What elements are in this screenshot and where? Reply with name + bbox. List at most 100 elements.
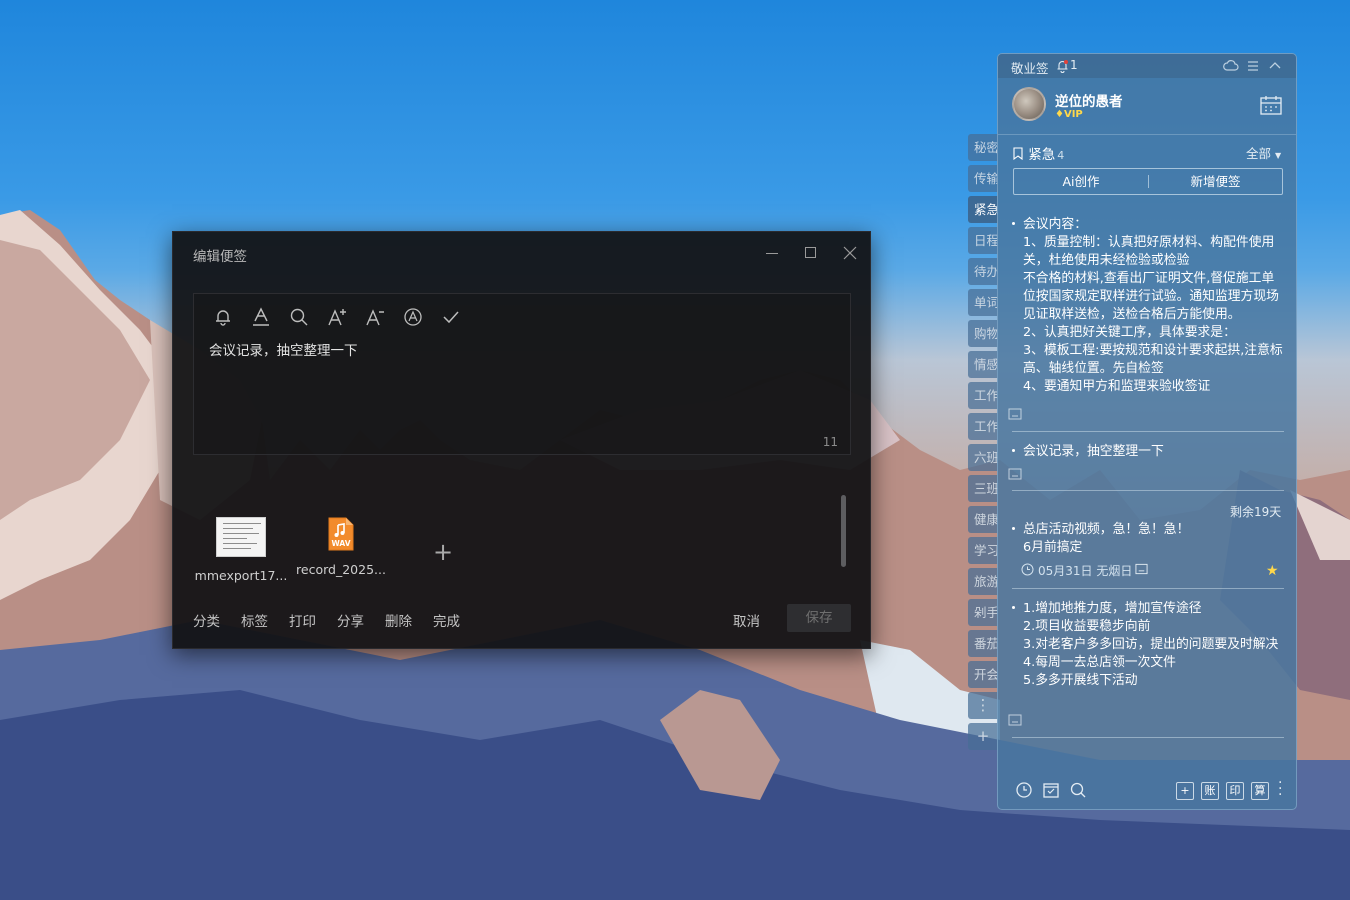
minimize-button[interactable] (760, 242, 784, 264)
category-tab[interactable]: 单词 (968, 289, 998, 316)
filter-dropdown[interactable]: 全部 ▼ (1246, 143, 1281, 162)
collapse-icon[interactable] (1266, 57, 1284, 75)
complete-action[interactable]: 完成 (433, 610, 460, 630)
bullet (1012, 222, 1015, 225)
bell-icon[interactable] (212, 306, 236, 330)
category-tab[interactable]: 秘密 (968, 134, 998, 161)
font-color-icon[interactable] (250, 306, 274, 330)
ai-create-button[interactable]: Ai创作 (1014, 169, 1148, 194)
avatar[interactable] (1012, 87, 1046, 121)
calendar-icon[interactable] (1259, 94, 1283, 116)
add-attachment-button[interactable]: + (433, 538, 453, 566)
attachment-icon (1008, 468, 1022, 480)
note-item[interactable]: 1.增加地推力度，增加宣传途径 2.项目收益要稳步向前 3.对老客户多多回访，提… (1012, 600, 1284, 690)
category-tab[interactable]: 工作 (968, 382, 998, 409)
category-tab[interactable]: 日程 (968, 227, 998, 254)
note-content: 会议记录，抽空整理一下 (1023, 444, 1164, 459)
more-options-icon[interactable]: · · · (1278, 776, 1282, 802)
search-icon[interactable] (1068, 780, 1088, 800)
close-button[interactable] (838, 242, 862, 264)
vip-label: VIP (1063, 109, 1083, 120)
category-tab[interactable]: 六班 (968, 444, 998, 471)
attachment-item[interactable]: WAV record_2025... (291, 517, 391, 577)
search-icon[interactable] (288, 306, 312, 330)
category-title: 紧急 (1028, 147, 1056, 163)
calculator-button[interactable]: 算 (1251, 782, 1269, 800)
note-edit-area[interactable]: 会议记录，抽空整理一下 11 (193, 293, 851, 455)
caret-down-icon: ▼ (1275, 151, 1282, 160)
font-decrease-icon[interactable] (364, 306, 388, 330)
add-category-button[interactable]: + (968, 723, 998, 750)
star-icon[interactable]: ★ (1266, 563, 1279, 579)
new-note-button[interactable]: 新增便签 (1149, 169, 1282, 194)
bullet (1012, 527, 1015, 530)
username[interactable]: 逆位的愚者 (1055, 90, 1123, 110)
attachment-scrollbar[interactable] (841, 495, 846, 567)
attachment-item[interactable]: mmexport17... (191, 517, 291, 583)
category-tab[interactable]: 传输 (968, 165, 998, 192)
add-box-button[interactable]: + (1176, 782, 1194, 800)
category-tab[interactable]: 情感 (968, 351, 998, 378)
category-tab[interactable]: 健康 (968, 506, 998, 533)
window-title: 编辑便签 (193, 249, 247, 265)
check-icon[interactable] (440, 306, 464, 330)
attachment-name: record_2025... (296, 562, 386, 577)
bell-icon (1057, 60, 1068, 73)
save-button[interactable]: 保存 (787, 604, 851, 632)
title-bar[interactable]: 编辑便签 (173, 232, 870, 274)
category-tab-active[interactable]: 紧急 (968, 196, 998, 223)
category-tab[interactable]: 购物 (968, 320, 998, 347)
accounting-button[interactable]: 账 (1201, 782, 1219, 800)
divider (1012, 431, 1284, 432)
attachment-icon (1135, 563, 1148, 575)
cloud-sync-icon[interactable] (1222, 57, 1240, 75)
note-content: 总店活动视频，急！急！急！ 6月前搞定 (1023, 522, 1190, 555)
category-tab[interactable]: 开会 (968, 661, 998, 688)
plus-icon: + (976, 727, 990, 745)
more-vertical-icon: ⋮ (975, 696, 991, 714)
more-categories-button[interactable]: ⋮ (968, 692, 998, 719)
menu-icon[interactable] (1244, 57, 1262, 75)
cancel-button[interactable]: 取消 (733, 610, 760, 630)
maximize-icon (805, 247, 816, 258)
category-action[interactable]: 分类 (193, 610, 220, 630)
auto-format-icon[interactable] (402, 306, 426, 330)
note-content: 会议内容： 1、质量控制：认真把好原材料、构配件使用关，杜绝使用未经检验或检验 … (1023, 217, 1283, 394)
category-tab[interactable]: 旅游 (968, 568, 998, 595)
category-tab[interactable]: 三班 (968, 475, 998, 502)
attachment-name: mmexport17... (194, 568, 288, 583)
tag-action[interactable]: 标签 (241, 610, 268, 630)
todo-icon[interactable] (1041, 780, 1061, 800)
print-button[interactable]: 印 (1226, 782, 1244, 800)
image-thumbnail (216, 517, 266, 557)
divider (1012, 490, 1284, 491)
delete-action[interactable]: 删除 (385, 610, 412, 630)
note-text[interactable]: 会议记录，抽空整理一下 (209, 339, 358, 359)
note-date: 05月31日 无烟日 (1038, 564, 1133, 578)
category-tab[interactable]: 剁手 (968, 599, 998, 626)
category-tab[interactable]: 学习 (968, 537, 998, 564)
category-tab[interactable]: 番茄 (968, 630, 998, 657)
filter-label: 全部 (1246, 146, 1272, 161)
note-item[interactable]: 会议内容： 1、质量控制：认真把好原材料、构配件使用关，杜绝使用未经检验或检验 … (1012, 216, 1284, 402)
history-icon[interactable] (1014, 780, 1034, 800)
maximize-button[interactable] (799, 242, 823, 264)
char-count: 11 (822, 435, 838, 449)
clock-icon (1021, 563, 1034, 576)
attachment-icon (1008, 714, 1022, 726)
note-panel: 敬业签 1 逆位的愚者 ♦VIP 紧急 4 全部 ▼ Ai创作 新增便签 会议内… (997, 53, 1297, 810)
font-increase-icon[interactable] (326, 306, 350, 330)
category-count: 4 (1057, 149, 1065, 162)
bullet (1012, 449, 1015, 452)
category-tab[interactable]: 待办 (968, 258, 998, 285)
category-tab[interactable]: 工作 (968, 413, 998, 440)
note-content: 1.增加地推力度，增加宣传途径 2.项目收益要稳步向前 3.对老客户多多回访，提… (1023, 601, 1279, 688)
panel-top-bar[interactable]: 敬业签 1 (998, 54, 1296, 78)
print-action[interactable]: 打印 (289, 610, 316, 630)
bookmark-icon (1013, 147, 1023, 161)
close-icon (843, 246, 857, 260)
note-item[interactable]: 总店活动视频，急！急！急！ 6月前搞定 (1012, 521, 1284, 557)
notification-button[interactable]: 1 (1056, 58, 1086, 74)
note-item[interactable]: 会议记录，抽空整理一下 (1012, 443, 1284, 461)
share-action[interactable]: 分享 (337, 610, 364, 630)
